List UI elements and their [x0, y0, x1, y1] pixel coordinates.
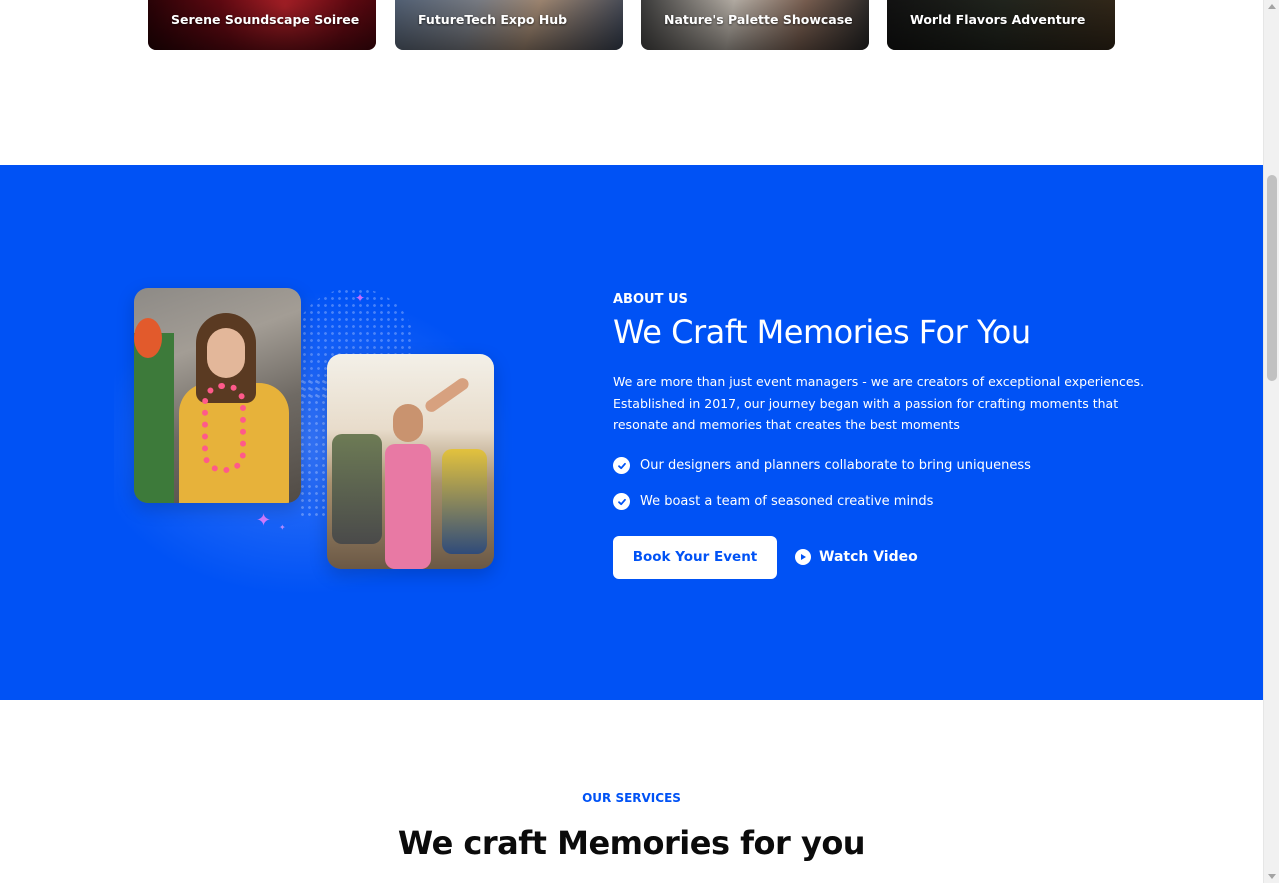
- photo-shape: [134, 333, 174, 503]
- about-actions: Book Your Event Watch Video: [613, 535, 1193, 579]
- about-section: ✦ ✦ ✦ ABOUT US We Craft Memories For You…: [0, 165, 1263, 700]
- photo-shape: [202, 383, 246, 473]
- watch-video-link[interactable]: Watch Video: [795, 549, 918, 566]
- checklist-item: We boast a team of seasoned creative min…: [613, 484, 1193, 520]
- checklist-item-text: Our designers and planners collaborate t…: [640, 458, 1031, 474]
- sparkle-icon: ✦: [355, 291, 366, 305]
- about-eyebrow: ABOUT US: [613, 292, 688, 307]
- vertical-scrollbar[interactable]: [1263, 0, 1279, 883]
- event-card-title: World Flavors Adventure: [910, 12, 1086, 27]
- about-heading: We Craft Memories For You: [613, 313, 1031, 351]
- check-circle-icon: [613, 493, 630, 511]
- party-photo-woman-mustache: [134, 288, 301, 503]
- play-circle-icon: [795, 549, 811, 566]
- feature-checklist: Our designers and planners collaborate t…: [613, 448, 1193, 520]
- services-eyebrow: OUR SERVICES: [582, 791, 681, 805]
- photo-shape: [134, 318, 162, 358]
- photo-shape: [332, 434, 382, 544]
- photo-shape: [393, 404, 423, 442]
- event-card[interactable]: Nature's Palette Showcase: [641, 0, 869, 50]
- about-content: ABOUT US We Craft Memories For You We ar…: [613, 292, 1193, 579]
- services-section: OUR SERVICES We craft Memories for you: [0, 700, 1263, 883]
- photo-shape: [385, 444, 431, 569]
- event-card[interactable]: Serene Soundscape Soiree: [148, 0, 376, 50]
- event-card-title: FutureTech Expo Hub: [418, 12, 568, 27]
- sparkle-icon: ✦: [256, 510, 272, 531]
- about-images: ✦ ✦ ✦: [114, 278, 534, 608]
- photo-shape: [207, 328, 245, 378]
- event-card-title: Nature's Palette Showcase: [664, 12, 853, 27]
- page: Serene Soundscape Soiree FutureTech Expo…: [0, 0, 1279, 883]
- event-card[interactable]: FutureTech Expo Hub: [395, 0, 623, 50]
- party-photo-woman-dancing: [327, 354, 494, 569]
- services-heading: We craft Memories for you: [397, 824, 866, 862]
- scroll-down-arrow-icon[interactable]: [1268, 874, 1276, 879]
- checklist-item: Our designers and planners collaborate t…: [613, 448, 1193, 484]
- checklist-item-text: We boast a team of seasoned creative min…: [640, 494, 934, 510]
- scroll-up-arrow-icon[interactable]: [1268, 4, 1276, 9]
- scrollbar-thumb[interactable]: [1267, 175, 1277, 381]
- about-description: We are more than just event managers - w…: [613, 374, 1145, 433]
- event-card-title: Serene Soundscape Soiree: [171, 12, 360, 27]
- photo-shape: [423, 375, 471, 415]
- check-circle-icon: [613, 457, 630, 475]
- book-event-button[interactable]: Book Your Event: [613, 535, 777, 579]
- events-row: Serene Soundscape Soiree FutureTech Expo…: [148, 0, 1115, 50]
- sparkle-icon: ✦: [279, 523, 286, 532]
- event-card[interactable]: World Flavors Adventure: [887, 0, 1115, 50]
- photo-shape: [442, 449, 487, 554]
- watch-video-label: Watch Video: [819, 549, 918, 566]
